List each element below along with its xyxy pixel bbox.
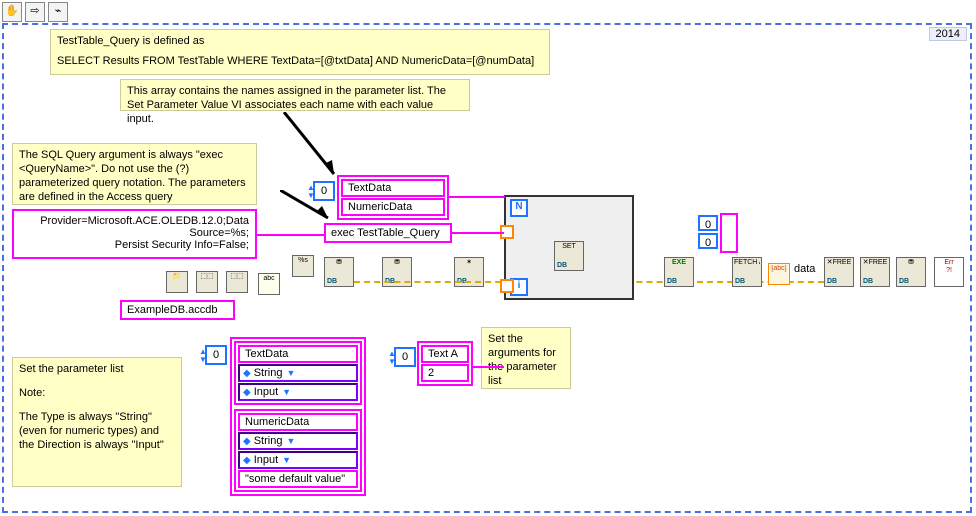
vi-db-fetch-all[interactable]: FETCH ALL <box>732 257 762 287</box>
note-exec-query[interactable]: The SQL Query argument is always "exec <… <box>12 143 257 205</box>
sequence-frame[interactable]: 2014 TestTable_Query is defined as SELEC… <box>2 23 972 513</box>
param-name-field[interactable]: NumericData <box>238 413 358 431</box>
chevron-down-icon: ▼ <box>286 368 295 378</box>
vi-db-close-connection[interactable]: ⛃ <box>896 257 926 287</box>
chevron-icon: ◆ <box>243 387 251 398</box>
vi-db-execute[interactable]: EXE <box>664 257 694 287</box>
param-direction: Input <box>254 454 278 466</box>
for-N-terminal[interactable]: N <box>510 199 528 217</box>
conn-line: Persist Security Info=False; <box>20 239 249 251</box>
idx-value: 0 <box>213 349 219 361</box>
param-type: String <box>254 435 283 447</box>
chevron-down-icon: ▼ <box>282 455 291 465</box>
param-direction: Input <box>254 386 278 398</box>
param-direction-dropdown[interactable]: ◆ Input ▼ <box>238 451 358 469</box>
param-default-field[interactable]: "some default value" <box>238 470 358 488</box>
frame-label: 2014 <box>929 27 967 41</box>
idx-value: 0 <box>402 351 408 363</box>
array-index[interactable]: ▲▼ 0 <box>313 181 335 201</box>
param-type-dropdown[interactable]: ◆ String ▼ <box>238 364 358 382</box>
tool-pan[interactable]: ✋ <box>2 2 22 22</box>
array-index[interactable]: ▲▼ 0 <box>205 345 227 365</box>
conn-line: Source=%s; <box>20 227 249 239</box>
note-text: Set the arguments for the parameter list <box>488 333 556 387</box>
note-line: SELECT Results FROM TestTable WHERE Text… <box>57 54 543 68</box>
note-line: The Type is always "String" (even for nu… <box>19 410 175 452</box>
spin-icon[interactable]: ▲▼ <box>307 184 314 200</box>
note-line: TestTable_Query is defined as <box>57 34 543 48</box>
vi-db-open-connection[interactable]: ⛃ <box>324 257 354 287</box>
vi-simple-error-handler[interactable]: Err?! <box>934 257 964 287</box>
array-argument-values[interactable]: Text A 2 <box>417 341 473 386</box>
note-sql-definition[interactable]: TestTable_Query is defined as SELECT Res… <box>50 29 550 75</box>
param-name-field[interactable]: TextData <box>238 345 358 363</box>
vi-build-path2[interactable]: ⬚⬚ <box>226 271 248 293</box>
idx-value: 0 <box>705 237 711 249</box>
param-type: String <box>254 367 283 379</box>
bd-toolbar: ✋ ⇨ ⌁ <box>0 0 70 24</box>
node-label: SET <box>556 243 582 251</box>
array-index[interactable]: 0 <box>698 215 718 231</box>
param-direction-dropdown[interactable]: ◆ Input ▼ <box>238 383 358 401</box>
constant-connection-string[interactable]: Provider=Microsoft.ACE.OLEDB.12.0;Data S… <box>12 209 257 259</box>
array-index[interactable]: ▲▼ 0 <box>394 347 416 367</box>
array-element[interactable]: TextData <box>341 179 445 197</box>
chevron-icon: ◆ <box>243 455 251 466</box>
note-param-list[interactable]: Set the parameter list Note: The Type is… <box>12 357 182 487</box>
param-type-dropdown[interactable]: ◆ String ▼ <box>238 432 358 450</box>
vi-build-path[interactable]: ⬚⬚ <box>196 271 218 293</box>
vi-app-dir[interactable]: 📁 <box>166 271 188 293</box>
chevron-icon: ◆ <box>243 436 251 447</box>
note-line: Set the parameter list <box>19 362 175 376</box>
constant-db-filename[interactable]: ExampleDB.accdb <box>120 300 235 320</box>
constant-sql-query[interactable]: exec TestTable_Query <box>324 223 452 243</box>
vi-db-free-object[interactable]: ✕FREE <box>824 257 854 287</box>
cluster-parameter[interactable]: NumericData ◆ String ▼ ◆ Input ▼ "some d… <box>234 409 362 492</box>
tunnel-autoindex[interactable] <box>500 279 514 293</box>
array-element[interactable]: 2 <box>421 364 469 382</box>
vi-db-free-object[interactable]: ✕FREE <box>860 257 890 287</box>
chevron-down-icon: ▼ <box>286 436 295 446</box>
array-parameter-list[interactable]: TextData ◆ String ▼ ◆ Input ▼ NumericDat… <box>230 337 366 496</box>
array-element[interactable]: NumericData <box>341 198 445 216</box>
chevron-down-icon: ▼ <box>282 387 291 397</box>
idx-value: 0 <box>705 219 711 231</box>
vi-build-string[interactable]: %s <box>292 255 314 277</box>
spin-icon[interactable]: ▲▼ <box>388 350 395 366</box>
note-text: The SQL Query argument is always "exec <… <box>19 149 246 203</box>
indicator-label: data <box>794 263 815 275</box>
conn-line: Provider=Microsoft.ACE.OLEDB.12.0;Data <box>20 215 249 227</box>
note-line: Note: <box>19 386 175 400</box>
fetch-type-constant[interactable] <box>720 213 738 253</box>
vi-variant-to-data[interactable]: [abc] <box>768 263 790 285</box>
block-diagram: ✋ ⇨ ⌁ 2014 TestTable_Query is defined as… <box>0 0 976 516</box>
spin-icon[interactable]: ▲▼ <box>199 348 206 364</box>
node-label: EXE <box>666 259 692 267</box>
chevron-icon: ◆ <box>243 368 251 379</box>
array-element[interactable]: Text A <box>421 345 469 363</box>
array-index[interactable]: 0 <box>698 233 718 249</box>
node-label: FETCH ALL <box>734 259 760 267</box>
vi-db-set-parameter-value[interactable]: SET <box>554 241 584 271</box>
tool-arrow[interactable]: ⇨ <box>25 2 45 22</box>
idx-value: 0 <box>321 185 327 197</box>
note-array-names[interactable]: This array contains the names assigned i… <box>120 79 470 111</box>
tool-highlight[interactable]: ⌁ <box>48 2 68 22</box>
note-set-arguments[interactable]: Set the arguments for the parameter list <box>481 327 571 389</box>
for-loop[interactable]: N i SET <box>504 195 634 300</box>
array-parameter-names[interactable]: TextData NumericData <box>337 175 449 220</box>
vi-path-to-string[interactable]: abc <box>258 273 280 295</box>
cluster-parameter[interactable]: TextData ◆ String ▼ ◆ Input ▼ <box>234 341 362 405</box>
